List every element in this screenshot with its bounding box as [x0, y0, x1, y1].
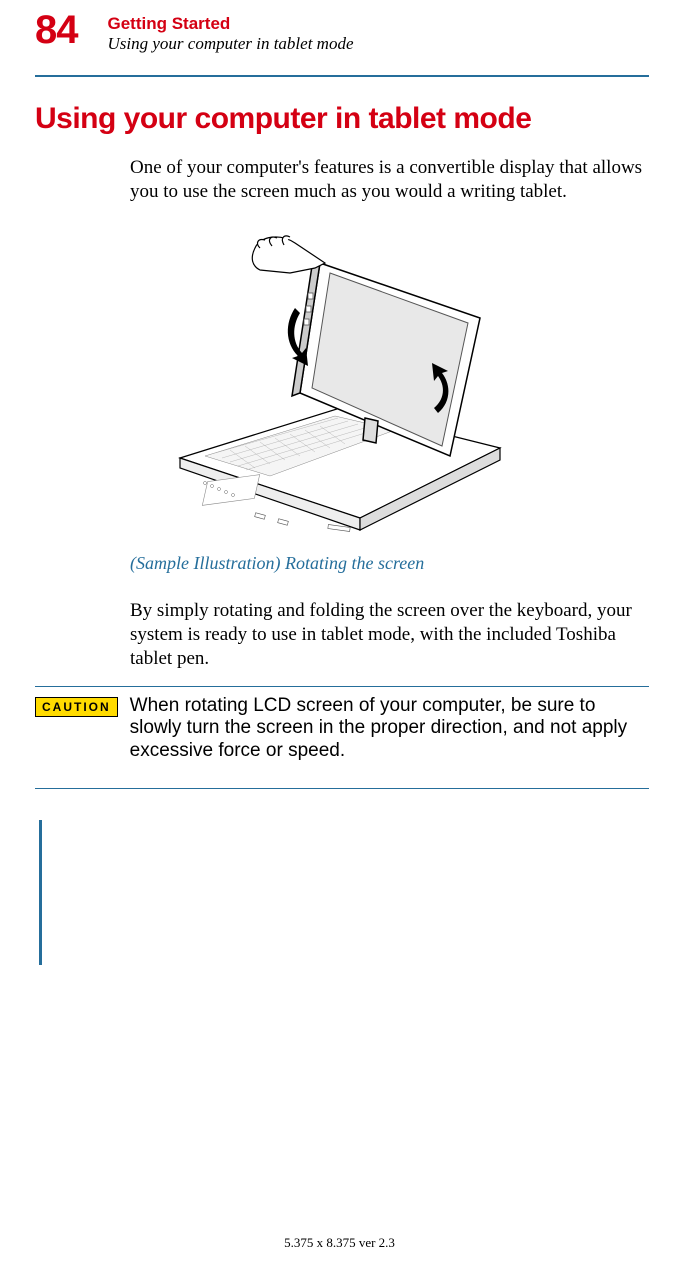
laptop-tablet-illustration	[160, 218, 520, 538]
intro-paragraph: One of your computer's features is a con…	[35, 156, 649, 204]
page-number: 84	[35, 10, 78, 50]
page-content: 84 Getting Started Using your computer i…	[0, 0, 679, 789]
section-heading: Using your computer in tablet mode	[35, 102, 649, 136]
caution-text: When rotating LCD screen of your compute…	[130, 695, 649, 763]
caution-bottom-rule	[35, 788, 649, 789]
body-paragraph: By simply rotating and folding the scree…	[35, 599, 649, 670]
caution-top-rule	[35, 686, 649, 687]
caution-label: CAUTION	[35, 697, 118, 717]
footer-text: 5.375 x 8.375 ver 2.3	[0, 1235, 679, 1251]
header-rule	[35, 75, 649, 77]
page-header: 84 Getting Started Using your computer i…	[35, 0, 649, 65]
illustration-caption: (Sample Illustration) Rotating the scree…	[35, 553, 649, 574]
section-reference: Using your computer in tablet mode	[108, 34, 354, 54]
caution-block: CAUTION When rotating LCD screen of your…	[35, 695, 649, 773]
illustration-rotating-screen	[35, 218, 649, 543]
caution-sidebar-rule	[39, 820, 42, 965]
chapter-title: Getting Started	[108, 14, 354, 34]
header-text: Getting Started Using your computer in t…	[108, 10, 354, 55]
